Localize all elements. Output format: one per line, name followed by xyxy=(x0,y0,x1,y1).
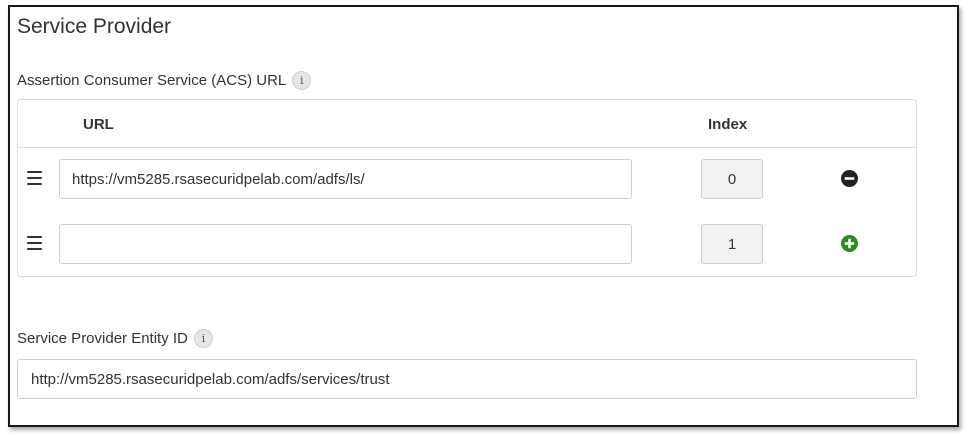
acs-row: 1 xyxy=(18,224,916,264)
acs-url-input[interactable] xyxy=(59,159,632,199)
entity-id-input[interactable] xyxy=(17,359,917,399)
acs-index-field[interactable]: 1 xyxy=(701,224,763,264)
info-icon[interactable]: i xyxy=(193,329,213,348)
acs-url-input[interactable] xyxy=(59,224,632,264)
acs-url-label-row: Assertion Consumer Service (ACS) URL i xyxy=(17,71,312,90)
acs-row: 0 xyxy=(18,159,916,199)
remove-circle-icon[interactable] xyxy=(841,170,858,187)
add-circle-icon[interactable] xyxy=(841,235,858,252)
section-title: Service Provider xyxy=(17,15,172,38)
info-icon[interactable]: i xyxy=(292,71,312,90)
entity-id-label: Service Provider Entity ID xyxy=(17,330,188,347)
url-column-header: URL xyxy=(83,116,114,133)
entity-id-label-row: Service Provider Entity ID i xyxy=(17,329,213,348)
drag-handle-icon[interactable] xyxy=(27,236,42,250)
acs-url-label: Assertion Consumer Service (ACS) URL xyxy=(17,72,287,89)
index-column-header: Index xyxy=(708,116,748,133)
acs-index-field[interactable]: 0 xyxy=(701,159,763,199)
header-divider xyxy=(18,147,916,148)
drag-handle-icon[interactable] xyxy=(27,171,42,185)
service-provider-panel: Service Provider Assertion Consumer Serv… xyxy=(8,5,959,427)
acs-url-table: URL Index 0 1 xyxy=(17,99,917,277)
